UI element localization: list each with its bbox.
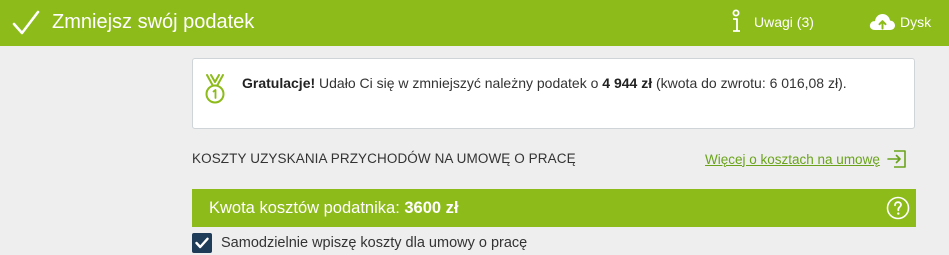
manual-costs-checkbox[interactable] xyxy=(192,233,212,253)
medal-icon xyxy=(205,74,225,104)
manual-costs-label: Samodzielnie wpiszę koszty dla umowy o p… xyxy=(221,235,528,251)
congrats-box: Gratulacje! Udało Ci się w zmniejszyć na… xyxy=(192,58,915,129)
taxpayer-costs-text: Kwota kosztów podatnika: 3600 zł xyxy=(209,198,458,218)
tax-reduction-amount: 4 944 zł xyxy=(602,75,653,91)
congrats-text: Gratulacje! Udało Ci się w zmniejszyć na… xyxy=(242,72,892,95)
congrats-text-part1: Udało Ci się w zmniejszyć należny podate… xyxy=(315,75,603,91)
taxpayer-costs-value: 3600 zł xyxy=(404,199,459,217)
manual-costs-option[interactable]: Samodzielnie wpiszę koszty dla umowy o p… xyxy=(192,232,527,254)
arrow-right-box-icon xyxy=(887,150,906,168)
more-about-costs-label: Więcej o kosztach na umowę xyxy=(705,151,880,167)
taxpayer-costs-label: Kwota kosztów podatnika: xyxy=(209,199,405,217)
checkmark-icon xyxy=(12,10,40,35)
question-circle-icon[interactable] xyxy=(886,196,910,220)
info-icon xyxy=(732,9,740,32)
costs-section-title: KOSZTY UZYSKANIA PRZYCHODÓW NA UMOWĘ O P… xyxy=(192,151,576,166)
congrats-lead: Gratulacje! xyxy=(242,75,316,91)
disk-button[interactable]: Dysk xyxy=(868,9,931,35)
top-bar: Zmniejsz swój podatek Uwagi (3) Dysk xyxy=(0,0,949,46)
congrats-text-part2: (kwota do zwrotu: 6 016,08 zł). xyxy=(652,75,847,91)
taxpayer-costs-bar: Kwota kosztów podatnika: 3600 zł xyxy=(192,189,916,227)
checkmark-icon xyxy=(195,237,209,249)
notes-label: Uwagi (3) xyxy=(754,14,814,30)
cloud-upload-icon xyxy=(869,14,895,30)
notes-button[interactable]: Uwagi (3) xyxy=(727,9,814,35)
more-about-costs-link[interactable]: Więcej o kosztach na umowę xyxy=(705,148,908,170)
page-title: Zmniejsz swój podatek xyxy=(52,11,255,33)
disk-label: Dysk xyxy=(900,14,932,30)
